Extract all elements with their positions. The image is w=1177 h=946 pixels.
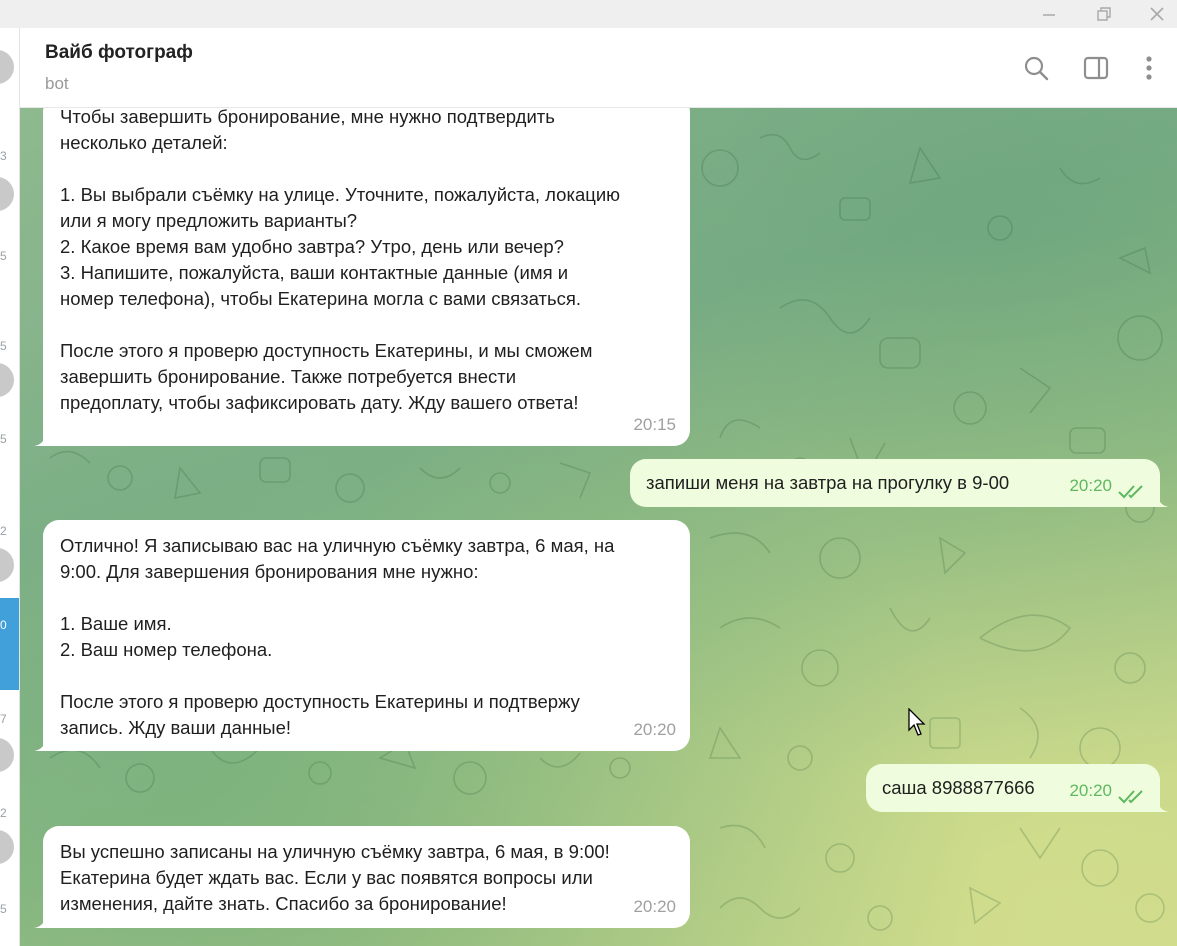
message-text: Отлично! Я записываю вас на уличную съём… (60, 535, 615, 738)
avatar (0, 548, 14, 582)
message-text: Вы успешно записаны на уличную съёмку за… (60, 841, 610, 914)
bubble-tail (34, 430, 46, 446)
message-time: 20:15 (633, 415, 676, 434)
chat-list-time: 3 (0, 149, 7, 163)
chat-list-time: 5 (0, 339, 7, 353)
chat-list-time: 5 (0, 432, 7, 446)
chat-title[interactable]: Вайб фотограф (45, 42, 193, 64)
message-outgoing[interactable]: саша 8988877666 20:20 (866, 764, 1169, 812)
chat-list-time: 5 (0, 902, 7, 916)
sidebar-toggle-icon[interactable] (1078, 50, 1114, 86)
message-text: Чтобы завершить бронирование, мне нужно … (60, 108, 621, 413)
message-incoming[interactable]: Вы успешно записаны на уличную съёмку за… (34, 826, 690, 928)
chat-list-item[interactable]: 5 (0, 333, 19, 411)
chat-list-time: 0 (0, 618, 7, 632)
message-time: 20:20 (633, 720, 676, 739)
chat-list-time: 2 (0, 524, 7, 538)
chat-list-item[interactable]: 3 (0, 143, 19, 221)
chat-list-item[interactable]: 2 (0, 800, 19, 878)
chat-messages-area[interactable]: Чтобы завершить бронирование, мне нужно … (20, 108, 1177, 946)
bubble-tail (1157, 491, 1169, 507)
read-checkmarks-icon (1118, 790, 1143, 804)
window-titlebar (0, 0, 1177, 28)
chat-subtitle: bot (45, 74, 69, 93)
restore-icon[interactable] (1081, 0, 1127, 28)
avatar (0, 177, 14, 211)
chat-list-item[interactable] (0, 28, 19, 106)
chat-list-time: 7 (0, 712, 7, 726)
message-time: 20:20 (1069, 476, 1112, 495)
chat-list: 3 5 5 5 2 0 7 2 5 (0, 28, 20, 946)
chat-list-time: 5 (0, 249, 7, 263)
avatar (0, 50, 14, 84)
message-time: 20:20 (633, 897, 676, 916)
bubble-tail (34, 912, 46, 928)
chat-list-item[interactable]: 2 (0, 518, 19, 596)
chat-header: Вайб фотограф bot (20, 28, 1177, 108)
more-vertical-icon[interactable] (1131, 50, 1167, 86)
close-icon[interactable] (1134, 0, 1177, 28)
search-icon[interactable] (1018, 50, 1054, 86)
message-time: 20:20 (1069, 781, 1112, 800)
read-checkmarks-icon (1118, 485, 1143, 499)
bubble-tail (1157, 796, 1169, 812)
message-incoming[interactable]: Отлично! Я записываю вас на уличную съём… (34, 520, 690, 751)
avatar (0, 738, 14, 772)
chat-list-time: 2 (0, 806, 7, 820)
chat-list-item[interactable]: 5 (0, 426, 19, 504)
mouse-cursor-icon (908, 708, 926, 736)
chat-list-item-active[interactable]: 0 (0, 598, 19, 690)
message-outgoing[interactable]: запиши меня на завтра на прогулку в 9-00… (630, 459, 1169, 507)
bubble-tail (34, 735, 46, 751)
chat-list-item[interactable]: 7 (0, 706, 19, 784)
chat-list-item[interactable]: 5 (0, 896, 19, 946)
chat-list-item[interactable]: 5 (0, 243, 19, 321)
minimize-icon[interactable] (1026, 0, 1072, 28)
message-incoming[interactable]: Чтобы завершить бронирование, мне нужно … (34, 108, 690, 446)
avatar (0, 363, 14, 397)
avatar (0, 830, 14, 864)
